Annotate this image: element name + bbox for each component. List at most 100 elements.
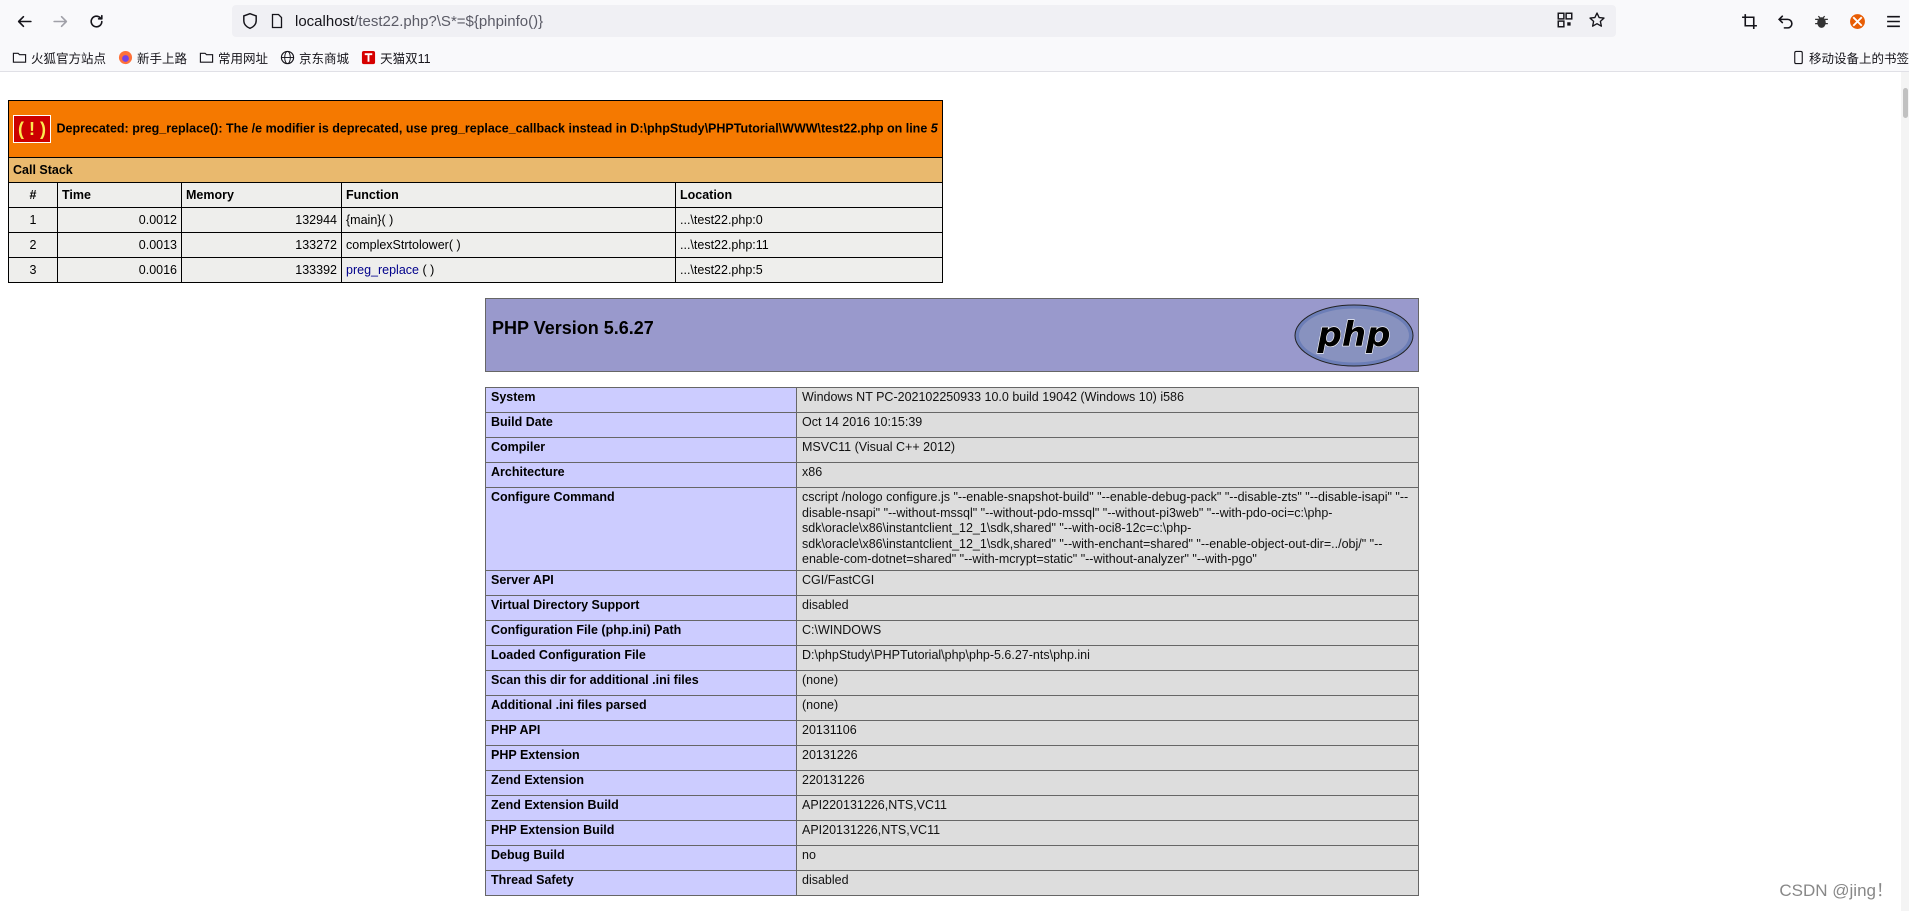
stack-location: ...\test22.php:5 (675, 257, 943, 283)
bookmark-item[interactable]: 火狐官方站点 (12, 48, 106, 67)
table-row: 3 0.0016 133392 preg_replace ( ) ...\tes… (8, 257, 943, 283)
table-row: Configure Command cscript /nologo configu… (485, 487, 1419, 571)
tmall-icon (362, 50, 376, 64)
phpinfo-header-wrap: PHP Version 5.6.27 php (485, 298, 1419, 372)
undo-icon (1777, 15, 1793, 29)
column-header: Function (341, 182, 676, 208)
bookmark-label: 京东商城 (299, 51, 350, 66)
info-value: disabled (796, 594, 1419, 621)
stack-time: 0.0016 (57, 257, 182, 283)
stack-memory: 133272 (181, 232, 342, 258)
stack-index: 3 (8, 257, 58, 283)
info-value: disabled (796, 869, 1419, 896)
table-row: Architecture x86 (485, 462, 1419, 488)
info-value: (none) (796, 694, 1419, 721)
error-line: 5 (930, 121, 938, 136)
stack-time: 0.0013 (57, 232, 182, 258)
table-row: PHP API 20131106 (485, 719, 1419, 746)
address-bar[interactable]: localhost/test22.php?\S*=${phpinfo()} (232, 5, 1616, 37)
info-key: Build Date (485, 412, 797, 438)
star-icon[interactable] (1588, 11, 1606, 29)
folder-icon (199, 52, 214, 63)
stack-memory: 133392 (181, 257, 342, 283)
stack-index: 1 (8, 207, 58, 233)
stack-function: {main}( ) (341, 207, 676, 233)
info-key: Configuration File (php.ini) Path (485, 619, 797, 646)
info-key: System (485, 387, 797, 413)
table-row: Debug Build no (485, 844, 1419, 871)
menu-button[interactable] (1877, 6, 1909, 38)
phpinfo-table: System Windows NT PC-202102250933 10.0 bu… (485, 387, 1419, 896)
info-value: Oct 14 2016 10:15:39 (796, 412, 1419, 438)
info-key: PHP API (485, 719, 797, 746)
undo-button[interactable] (1769, 6, 1801, 38)
folder-icon (12, 52, 27, 63)
info-key: Scan this dir for additional .ini files (485, 669, 797, 696)
page-scrollbar[interactable] (1901, 72, 1909, 911)
column-header: Memory (181, 182, 342, 208)
table-row: Build Date Oct 14 2016 10:15:39 (485, 412, 1419, 438)
call-stack-header: # Time Memory Function Location (8, 182, 943, 208)
firefox-icon (118, 50, 133, 64)
table-row: Configuration File (php.ini) Path C:\WIND… (485, 619, 1419, 646)
screenshot-button[interactable] (1733, 6, 1765, 38)
page-title: PHP Version 5.6.27 (492, 318, 654, 338)
mobile-bookmarks-label: 移动设备上的书签 (1808, 52, 1909, 66)
table-row: Thread Safety disabled (485, 869, 1419, 896)
blocked-extension-icon (1849, 14, 1865, 29)
bookmark-item[interactable]: 常用网址 (199, 48, 268, 67)
info-key: PHP Extension (485, 744, 797, 771)
extension-bug-button[interactable] (1805, 6, 1837, 38)
info-value: API20131226,NTS,VC11 (796, 819, 1419, 846)
info-value: 220131226 (796, 769, 1419, 796)
table-row: Server API CGI/FastCGI (485, 569, 1419, 596)
php-logo-icon[interactable]: php (1294, 304, 1414, 367)
stack-function-cell: preg_replace ( ) (341, 257, 676, 283)
column-header: Time (57, 182, 182, 208)
shield-icon[interactable] (241, 12, 259, 30)
extension-circle-button[interactable] (1841, 6, 1873, 38)
info-value: Windows NT PC-202102250933 10.0 build 19… (796, 387, 1419, 413)
table-row: PHP Extension Build API20131226,NTS,VC11 (485, 819, 1419, 846)
bookmark-label: 新手上路 (137, 51, 188, 66)
reload-button[interactable] (81, 7, 111, 37)
bookmarks-bar: 火狐官方站点 新手上路 常用网址 京东商城 天猫双11 移动设备上的书签 (0, 43, 1909, 72)
qr-code-icon[interactable] (1556, 11, 1574, 29)
table-row: Zend Extension Build API220131226,NTS,VC1… (485, 794, 1419, 821)
bookmark-item[interactable]: 新手上路 (118, 48, 187, 67)
reload-icon (89, 14, 103, 28)
info-key: Thread Safety (485, 869, 797, 896)
url-text[interactable]: localhost/test22.php?\S*=${phpinfo()} (295, 13, 543, 30)
hamburger-menu-icon (1886, 15, 1900, 28)
csdn-watermark: CSDN @jing！ (1779, 881, 1893, 900)
back-button[interactable] (9, 7, 39, 37)
xdebug-error-table: ( ! ) Deprecated: preg_replace(): The /e… (8, 100, 943, 283)
table-row: Zend Extension 220131226 (485, 769, 1419, 796)
table-row: 1 0.0012 132944 {main}( ) ...\test22.php… (8, 207, 943, 233)
bookmark-item[interactable]: 京东商城 (280, 48, 349, 67)
info-key: Zend Extension Build (485, 794, 797, 821)
column-header: Location (675, 182, 943, 208)
info-key: Debug Build (485, 844, 797, 871)
page-icon[interactable] (269, 13, 285, 29)
preg-replace-doc-link[interactable]: preg_replace (346, 263, 419, 277)
forward-button[interactable] (45, 7, 75, 37)
bookmark-item[interactable]: 天猫双11 (361, 48, 431, 67)
table-row: Additional .ini files parsed (none) (485, 694, 1419, 721)
arrow-right-icon (52, 15, 67, 28)
mobile-bookmarks[interactable]: 移动设备上的书签 (1791, 48, 1909, 67)
scrollbar-thumb[interactable] (1903, 88, 1908, 118)
call-stack-row: Call Stack (8, 157, 943, 183)
table-row: System Windows NT PC-202102250933 10.0 bu… (485, 387, 1419, 413)
info-value: API220131226,NTS,VC11 (796, 794, 1419, 821)
info-value: CGI/FastCGI (796, 569, 1419, 596)
bookmark-label: 火狐官方站点 (31, 51, 107, 66)
info-value: x86 (796, 462, 1419, 488)
info-value: no (796, 844, 1419, 871)
info-value: (none) (796, 669, 1419, 696)
table-row: Loaded Configuration File D:\phpStudy\PHP… (485, 644, 1419, 671)
table-row: Compiler MSVC11 (Visual C++ 2012) (485, 437, 1419, 463)
stack-time: 0.0012 (57, 207, 182, 233)
info-key: Compiler (485, 437, 797, 463)
stack-function-suffix: ( ) (418, 263, 435, 277)
